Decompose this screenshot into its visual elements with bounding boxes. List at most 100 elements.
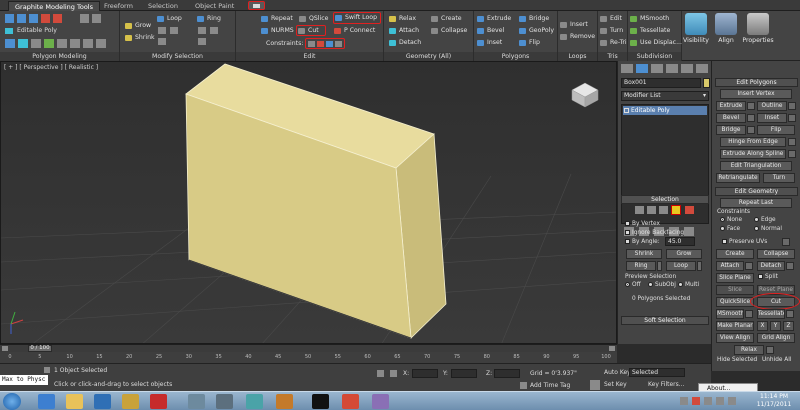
loop-shift-icon[interactable] [158, 27, 166, 34]
time-slider[interactable]: 0 / 100 [0, 344, 617, 352]
stack-item-editable-poly[interactable]: Editable Poly [623, 106, 707, 115]
preserve-uvs-settings-icon[interactable] [782, 238, 790, 246]
border-level-icon[interactable] [659, 206, 668, 214]
extrude-settings-icon[interactable] [747, 102, 755, 110]
properties-button[interactable]: Properties [742, 13, 774, 44]
set-key-button[interactable]: Set Key [604, 381, 627, 388]
preserve-uvs-checkbox[interactable]: Preserve UVs [722, 239, 767, 245]
outline-button[interactable]: Outline [757, 101, 787, 111]
app12-taskbar-icon[interactable] [372, 394, 389, 409]
command-prompt-taskbar-icon[interactable] [312, 394, 329, 409]
edit-geometry-rollout-header[interactable]: Edit Geometry [715, 187, 798, 196]
edge-mode-icon[interactable] [17, 14, 26, 23]
tab-object-paint[interactable]: Object Paint [189, 1, 240, 11]
relax-button[interactable]: Relax [388, 14, 416, 24]
track-bar[interactable]: 0 5 10 15 20 25 30 35 40 45 50 55 60 65 70 75 80 85 90 95 10… [0, 352, 617, 363]
prev-frame-icon[interactable] [2, 346, 8, 351]
attach-geo-button[interactable]: Attach [716, 261, 744, 271]
ring-grow-icon[interactable] [210, 27, 218, 34]
modeling-tool-2-icon[interactable] [18, 39, 28, 48]
motion-tab-icon[interactable] [666, 64, 678, 73]
network-icon[interactable] [716, 397, 724, 405]
app6-taskbar-icon[interactable] [188, 394, 205, 409]
constraint-face-radio[interactable]: Face [720, 226, 740, 232]
vertex-mode-icon[interactable] [5, 14, 14, 23]
insert-button[interactable]: Insert [559, 20, 588, 30]
constraint-face-icon[interactable] [326, 41, 333, 47]
tray-icon-3[interactable] [704, 397, 712, 405]
modifier-list-dropdown[interactable]: Modifier List ▾ [621, 91, 709, 101]
constraint-normal-radio[interactable]: Normal [754, 226, 782, 232]
loop-selection-button[interactable]: Loop [666, 261, 696, 271]
hierarchy-tab-icon[interactable] [651, 64, 663, 73]
angle-input[interactable]: 45.0 [665, 237, 695, 246]
inset-poly-button[interactable]: Inset [757, 113, 787, 123]
slice-plane-button[interactable]: Slice Plane [716, 273, 754, 283]
attach-button[interactable]: Attach [388, 26, 419, 36]
hinge-from-edge-button[interactable]: Hinge From Edge [720, 137, 786, 147]
msmooth-settings-icon[interactable] [745, 310, 753, 318]
maxscript-listener-input[interactable]: Max to Physc [0, 375, 48, 385]
ring-spinner-icon[interactable] [657, 261, 662, 271]
y-coord-field[interactable] [451, 369, 477, 378]
soft-selection-rollout-header[interactable]: Soft Selection [621, 316, 709, 325]
edit-polygons-rollout-header[interactable]: Edit Polygons [715, 78, 798, 87]
object-color-swatch[interactable] [703, 78, 710, 88]
tab-graphite-modeling-tools[interactable]: Graphite Modeling Tools [8, 1, 101, 11]
edit-triangulation-button[interactable]: Edit Triangulation [720, 161, 792, 171]
object-name-field[interactable]: Box001 [621, 78, 701, 88]
geopoly-button[interactable]: GeoPoly [518, 26, 554, 36]
modeling-tool-1-icon[interactable] [5, 39, 15, 48]
chrome-taskbar-icon[interactable] [342, 394, 359, 409]
preview-multi-radio[interactable]: Multi [678, 282, 699, 288]
create-button[interactable]: Create [430, 14, 462, 24]
auto-key-button[interactable]: Auto Key [604, 369, 631, 376]
key-mode-dropdown[interactable]: Selected [629, 368, 685, 377]
ring-selection-button[interactable]: Ring [626, 261, 656, 271]
remove-button[interactable]: Remove [559, 32, 595, 42]
loop-shrink-icon[interactable] [158, 38, 166, 45]
create-geo-button[interactable]: Create [716, 249, 754, 259]
modeling-tool-8-icon[interactable] [96, 39, 106, 48]
polygon-mode-icon[interactable] [41, 14, 50, 23]
z-coord-field[interactable] [494, 369, 520, 378]
p-connect-button[interactable]: P Connect [333, 26, 375, 36]
tab-selection[interactable]: Selection [142, 1, 184, 11]
loop-button[interactable]: Loop [156, 14, 182, 24]
relax-settings-icon[interactable] [766, 346, 774, 354]
constraint-edge-radio[interactable]: Edge [754, 217, 776, 223]
modify-tab-icon[interactable] [636, 64, 648, 73]
create-tab-icon[interactable] [621, 64, 633, 73]
outline-settings-icon[interactable] [788, 102, 796, 110]
shrink-selection-button[interactable]: Shrink [626, 249, 662, 259]
app4-taskbar-icon[interactable] [122, 394, 139, 409]
ring-shift-icon[interactable] [198, 27, 206, 34]
loop-grow-icon[interactable] [170, 27, 178, 34]
time-slider-thumb[interactable]: 0 / 100 [28, 345, 52, 352]
tray-icon-2[interactable] [692, 397, 700, 405]
configure-modifiers-icon[interactable] [684, 227, 694, 236]
align-button[interactable]: Align [712, 13, 740, 44]
display-tab-icon[interactable] [681, 64, 693, 73]
planar-x-button[interactable]: X [757, 321, 768, 331]
constraint-none-radio[interactable]: None [720, 217, 742, 223]
selection-rollout-header[interactable]: Selection [621, 195, 709, 204]
extrude-button[interactable]: Extrude [476, 14, 511, 24]
modeling-tool-3-icon[interactable] [31, 39, 41, 48]
app7-taskbar-icon[interactable] [216, 394, 233, 409]
tab-freeform[interactable]: Freeform [98, 1, 139, 11]
explorer-taskbar-icon[interactable] [66, 394, 83, 409]
by-angle-checkbox[interactable]: By Angle: [625, 239, 660, 245]
viewport-label[interactable]: [ + ] [ Perspective ] [ Realistic ] [4, 64, 98, 71]
ribbon-options-button[interactable] [248, 1, 265, 10]
insert-vertex-button[interactable]: Insert Vertex [720, 89, 792, 99]
start-button[interactable] [3, 393, 21, 410]
collapse-button[interactable]: Collapse [430, 26, 467, 36]
modeling-tool-7-icon[interactable] [83, 39, 93, 48]
modeling-tool-4-icon[interactable] [44, 39, 54, 48]
unhide-all-button[interactable]: Unhide All [762, 357, 791, 363]
grid-align-button[interactable]: Grid Align [757, 333, 795, 343]
msmooth-geo-button[interactable]: MSmooth [716, 309, 744, 319]
ring-shrink-icon[interactable] [198, 38, 206, 45]
swift-loop-button[interactable]: Swift Loop [333, 12, 381, 24]
